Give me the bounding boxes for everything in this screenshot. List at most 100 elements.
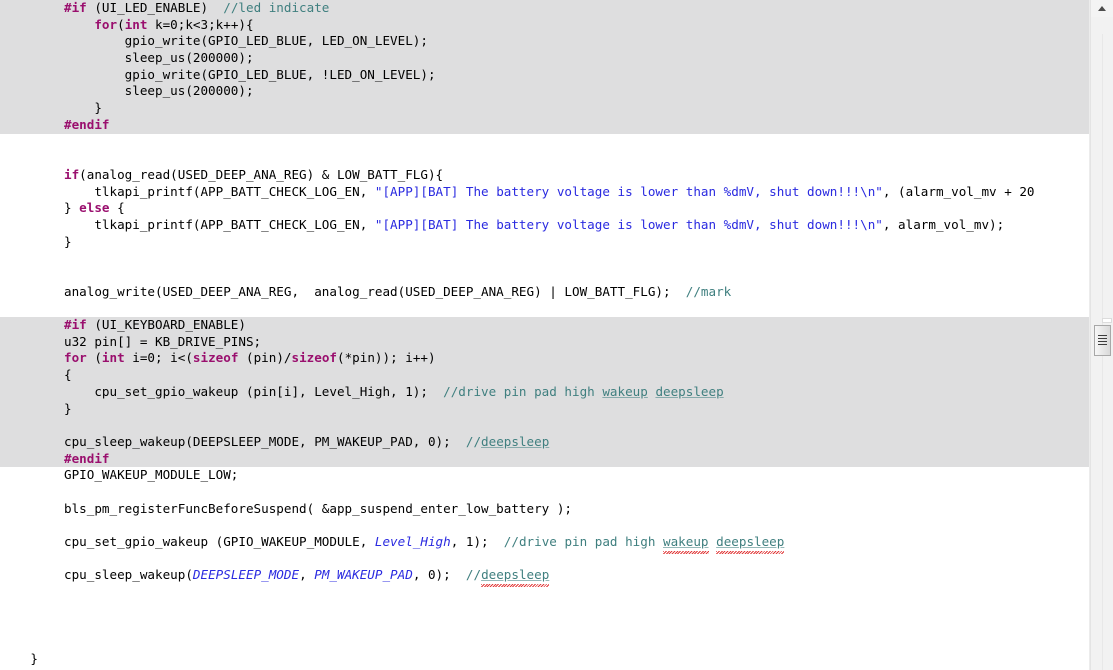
code-line[interactable]: #endif [0, 450, 1090, 468]
code-token-cmt: //mark [685, 283, 732, 299]
code-line[interactable]: { [0, 367, 1090, 384]
grip-icon [1098, 335, 1107, 346]
code-line[interactable] [0, 517, 1090, 534]
code-token-plain: (UI_KEYBOARD_ENABLE) [86, 317, 246, 333]
code-line[interactable] [0, 584, 1090, 601]
code-token-plain: tlkapi_printf(APP_BATT_CHECK_LOG_EN, [64, 216, 375, 232]
code-line[interactable]: cpu_set_gpio_wakeup (pin[i], Level_High,… [0, 383, 1090, 404]
vertical-scrollbar[interactable] [1090, 0, 1113, 670]
code-line[interactable]: cpu_set_gpio_wakeup (GPIO_WAKEUP_MODULE,… [0, 534, 1090, 554]
code-line[interactable]: bls_pm_registerFuncBeforeSuspend( &app_s… [0, 501, 1090, 518]
code-token-plain: k=0;k<3;k++){ [147, 16, 254, 32]
code-token-plain: , [299, 567, 315, 583]
scrollbar-marker[interactable] [1102, 318, 1112, 323]
code-token-plain: , 0); [412, 567, 466, 583]
code-line[interactable]: } [0, 100, 1090, 117]
code-token-kw: #endif [64, 116, 110, 132]
code-line[interactable]: #if (UI_KEYBOARD_ENABLE) [0, 317, 1090, 334]
code-token-plain: ( [117, 16, 125, 32]
code-line[interactable]: } [0, 234, 1090, 251]
code-token-ital: Level_High [374, 534, 451, 549]
code-line[interactable]: analog_write(USED_DEEP_ANA_REG, analog_r… [0, 284, 1090, 301]
code-token-plain: (pin)/ [238, 350, 292, 366]
code-token-plain: (UI_LED_ENABLE) [86, 0, 224, 15]
code-line[interactable]: for(int k=0;k<3;k++){ [0, 16, 1090, 34]
code-token-kw: int [101, 350, 125, 366]
code-line[interactable]: cpu_sleep_wakeup(DEEPSLEEP_MODE, PM_WAKE… [0, 433, 1090, 454]
code-token-plain: } [64, 200, 80, 216]
code-token-cmt: //led indicate [223, 0, 330, 15]
code-line[interactable] [0, 267, 1090, 284]
code-line[interactable]: } [0, 400, 1090, 418]
code-line[interactable] [0, 150, 1090, 167]
scrollbar-thumb[interactable] [1094, 325, 1111, 356]
code-line[interactable] [0, 134, 1090, 151]
code-line[interactable] [0, 300, 1090, 317]
code-token-plain: cpu_set_gpio_wakeup (pin[i], Level_High,… [64, 383, 444, 399]
code-line[interactable] [0, 417, 1090, 434]
code-token-cmt: // [465, 433, 482, 449]
code-line[interactable]: tlkapi_printf(APP_BATT_CHECK_LOG_EN, "[A… [0, 217, 1090, 234]
code-token-kw: int [124, 16, 148, 32]
code-line[interactable] [0, 551, 1090, 568]
scroll-up-arrow-icon[interactable] [1091, 0, 1113, 17]
code-token-plain: bls_pm_registerFuncBeforeSuspend( &app_s… [64, 500, 572, 516]
code-token-kw: #if [64, 317, 87, 333]
misspelled-comment-word: deepsleep [481, 433, 550, 454]
code-token-plain: cpu_set_gpio_wakeup (GPIO_WAKEUP_MODULE, [64, 534, 375, 549]
code-token-cmt [709, 534, 717, 549]
code-token-str: "[APP][BAT] The battery voltage is lower… [374, 216, 883, 232]
code-token-plain: sleep_us(200000); [64, 83, 254, 99]
code-token-plain: , (alarm_vol_mv + 20 [882, 183, 1035, 199]
code-token-kw: sizeof [291, 350, 338, 366]
code-line[interactable]: if(analog_read(USED_DEEP_ANA_REG) & LOW_… [0, 167, 1090, 184]
code-line[interactable]: #if (UI_LED_ENABLE) //led indicate [0, 0, 1090, 17]
code-token-plain: cpu_sleep_wakeup( [64, 567, 193, 583]
code-line[interactable]: for (int i=0; i<(sizeof (pin)/sizeof(*pi… [0, 350, 1090, 368]
code-token-plain: { [109, 200, 125, 216]
code-token-cmt [648, 384, 656, 399]
code-token-kw: if [64, 166, 80, 182]
code-line[interactable]: gpio_write(GPIO_LED_BLUE, LED_ON_LEVEL); [0, 33, 1090, 51]
code-line[interactable]: GPIO_WAKEUP_MODULE_LOW; [0, 467, 1090, 484]
code-token-plain: (*pin)); i++) [337, 350, 436, 366]
code-line[interactable]: } else { [0, 200, 1090, 217]
code-token-kw: for [64, 350, 87, 366]
code-token-kw: for [94, 16, 118, 32]
code-line[interactable]: cpu_sleep_wakeup(DEEPSLEEP_MODE, PM_WAKE… [0, 567, 1090, 587]
code-token-cmt: // [465, 567, 482, 583]
triangle-up-icon [1098, 6, 1106, 11]
code-line[interactable] [0, 484, 1090, 501]
code-line[interactable] [0, 250, 1090, 267]
code-line[interactable] [0, 634, 1090, 651]
code-token-plain: GPIO_WAKEUP_MODULE_LOW; [64, 467, 239, 483]
code-editor[interactable]: #if (UI_LED_ENABLE) //led indicate for(i… [0, 0, 1113, 670]
code-line[interactable]: tlkapi_printf(APP_BATT_CHECK_LOG_EN, "[A… [0, 184, 1090, 201]
code-line[interactable] [0, 617, 1090, 634]
code-token-plain: gpio_write(GPIO_LED_BLUE, LED_ON_LEVEL); [64, 33, 428, 49]
code-token-plain: u32 pin[] = KB_DRIVE_PINS; [64, 333, 262, 349]
code-token-plain: gpio_write(GPIO_LED_BLUE, !LED_ON_LEVEL)… [64, 66, 436, 82]
code-line[interactable]: u32 pin[] = KB_DRIVE_PINS; [0, 333, 1090, 351]
code-text-area[interactable]: #if (UI_LED_ENABLE) //led indicate for(i… [0, 0, 1090, 670]
code-token-ital: DEEPSLEEP_MODE [192, 567, 300, 583]
misspelled-comment-word: wakeup [663, 534, 709, 554]
code-token-kw: #if [64, 0, 87, 15]
code-line[interactable]: } [0, 651, 1090, 668]
code-token-kw: #endif [64, 450, 110, 466]
code-line[interactable]: sleep_us(200000); [0, 83, 1090, 101]
code-token-str: "[APP][BAT] The battery voltage is lower… [374, 183, 883, 199]
code-line[interactable]: sleep_us(200000); [0, 50, 1090, 67]
code-token-kw: sizeof [192, 350, 239, 366]
code-token-plain: (analog_read(USED_DEEP_ANA_REG) & LOW_BA… [79, 166, 444, 182]
code-token-ital: PM_WAKEUP_PAD [314, 567, 413, 583]
misspelled-comment-word: deepsleep [655, 383, 724, 404]
code-line[interactable]: gpio_write(GPIO_LED_BLUE, !LED_ON_LEVEL)… [0, 66, 1090, 84]
code-token-plain: } [64, 100, 102, 116]
code-line[interactable]: #endif [0, 116, 1090, 134]
code-token-plain: , alarm_vol_mv); [882, 216, 1005, 232]
code-line[interactable] [0, 601, 1090, 618]
code-token-plain: i=0; i<( [124, 350, 193, 366]
code-token-plain: ( [86, 350, 102, 366]
